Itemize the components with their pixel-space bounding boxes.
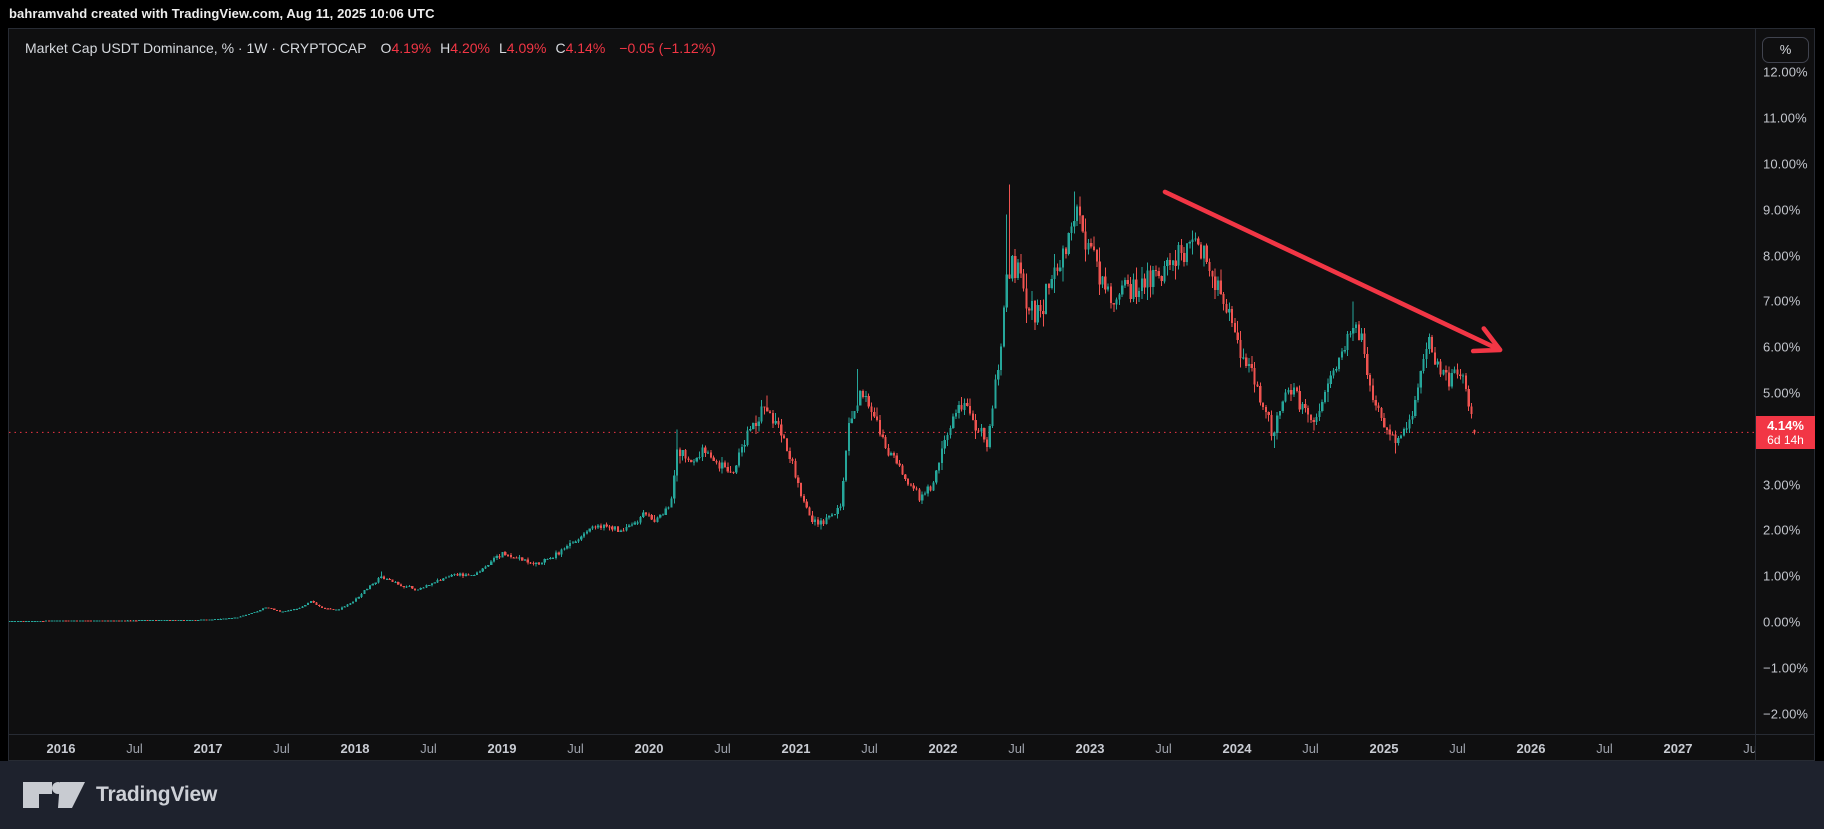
time-tick: 2020 (635, 741, 664, 756)
ohlc-values: O4.19% H4.20% L4.09% C4.14% (381, 40, 606, 56)
time-tick: Jul (861, 741, 878, 756)
price-tick: 12.00% (1763, 65, 1808, 80)
time-tick: Jul (1449, 741, 1466, 756)
time-tick: Jul (126, 741, 143, 756)
time-tick: Jul (1596, 741, 1613, 756)
time-axis[interactable]: 2016 Jul 2017 Jul 2018 Jul 2019 Jul 2020 Jul 2021 J… (9, 734, 1755, 760)
price-tick: −2.00% (1763, 706, 1808, 721)
candlestick-chart[interactable] (9, 29, 1755, 734)
price-tick: 2.00% (1763, 523, 1800, 538)
last-price-label: 4.14% 6d 14h (1756, 416, 1815, 449)
chart-legend: Market Cap USDT Dominance, % · 1W · CRYP… (25, 40, 716, 56)
footer-bar: TradingView (0, 761, 1824, 829)
time-tick: Jul (567, 741, 584, 756)
price-tick: 0.00% (1763, 615, 1800, 630)
price-tick: 7.00% (1763, 294, 1800, 309)
time-tick: 2017 (194, 741, 223, 756)
price-tick: 11.00% (1763, 111, 1807, 126)
time-tick: 2027 (1664, 741, 1693, 756)
time-tick: Jul (1743, 741, 1755, 756)
legend-l-value: L4.09% (499, 40, 547, 56)
time-tick: 2019 (488, 741, 517, 756)
price-tick: 1.00% (1763, 569, 1800, 584)
price-axis[interactable]: % 12.00% 11.00% 10.00% 9.00% 8.00% 7.00% 6.00%… (1755, 29, 1814, 734)
change-value: −0.05 (−1.12%) (619, 40, 716, 56)
bar-countdown: 6d 14h (1756, 433, 1815, 447)
percent-unit-button[interactable]: % (1762, 37, 1809, 63)
time-tick: Jul (1302, 741, 1319, 756)
axis-corner (1755, 734, 1814, 760)
attribution-text: bahramvahd created with TradingView.com,… (9, 6, 435, 21)
tradingview-wordmark: TradingView (96, 783, 217, 807)
price-tick: 9.00% (1763, 202, 1800, 217)
chart-widget: Market Cap USDT Dominance, % · 1W · CRYP… (8, 28, 1815, 761)
time-tick: 2022 (929, 741, 958, 756)
price-tick: 6.00% (1763, 340, 1800, 355)
price-tick: 10.00% (1763, 157, 1808, 172)
time-tick: Jul (714, 741, 731, 756)
last-price-value: 4.14% (1756, 418, 1815, 433)
time-tick: 2018 (341, 741, 370, 756)
price-tick: 3.00% (1763, 477, 1800, 492)
time-tick: 2026 (1517, 741, 1546, 756)
time-tick: Jul (1155, 741, 1172, 756)
price-tick: −1.00% (1763, 660, 1808, 675)
time-tick: 2016 (47, 741, 76, 756)
legend-c-value: C4.14% (555, 40, 605, 56)
time-tick: 2023 (1076, 741, 1105, 756)
tradingview-mark-icon (22, 779, 86, 811)
candle-series (9, 185, 1476, 622)
time-tick: 2025 (1370, 741, 1399, 756)
time-tick: 2024 (1223, 741, 1252, 756)
time-tick: Jul (273, 741, 290, 756)
symbol-title[interactable]: Market Cap USDT Dominance, % · 1W · CRYP… (25, 40, 367, 56)
time-tick: Jul (1008, 741, 1025, 756)
time-tick: 2021 (782, 741, 811, 756)
price-tick: 8.00% (1763, 248, 1800, 263)
price-tick: 5.00% (1763, 386, 1800, 401)
legend-h-value: H4.20% (440, 40, 490, 56)
tradingview-logo[interactable]: TradingView (22, 779, 217, 811)
legend-o-value: O4.19% (381, 40, 432, 56)
time-tick: Jul (420, 741, 437, 756)
